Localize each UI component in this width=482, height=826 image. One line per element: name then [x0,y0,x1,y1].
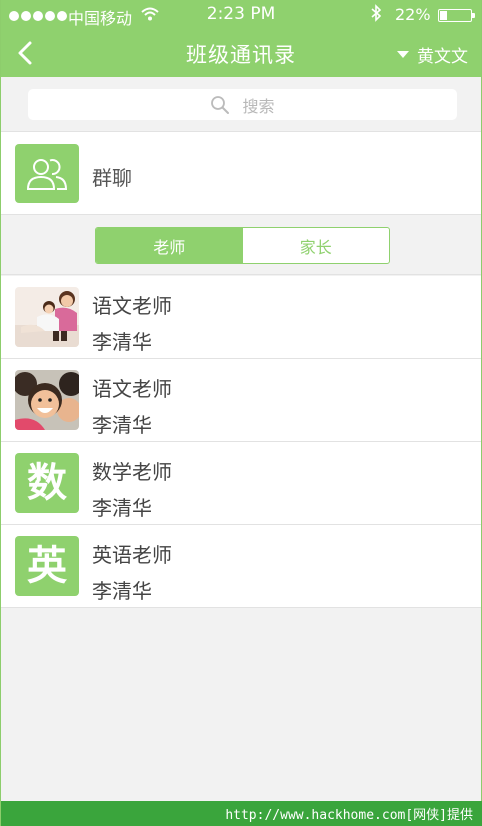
contact-role: 语文老师 [92,377,172,401]
battery-percent: 22% [395,5,431,24]
contact-row[interactable]: 数 数学老师 李清华 [1,442,481,525]
contact-name: 李清华 [92,330,152,354]
watermark-footer: http://www.hackhome.com[网侠]提供 [1,801,482,826]
contact-name: 李清华 [92,496,152,520]
contact-name: 李清华 [92,413,152,437]
contact-row[interactable]: 语文老师 李清华 [1,276,481,359]
contact-role: 数学老师 [92,460,172,484]
status-bar: 中国移动 2:23 PM 22% [1,0,481,30]
avatar: 英 [15,536,79,596]
role-segment-area: 老师 家长 [1,215,481,275]
user-name: 黄文文 [417,47,468,67]
user-switcher-button[interactable]: 黄文文 [397,42,468,67]
search-input[interactable]: 搜索 [28,89,457,120]
search-area: 搜索 [1,77,481,132]
tab-parents[interactable]: 家长 [243,228,390,263]
search-placeholder: 搜索 [242,96,275,116]
nav-bar: 班级通讯录 黄文文 [1,30,481,77]
avatar: 数 [15,453,79,513]
contact-row[interactable]: 英 英语老师 李清华 [1,525,481,608]
contact-role: 语文老师 [92,294,172,318]
avatar-letter: 英 [27,543,67,589]
role-segmented-control: 老师 家长 [95,227,390,264]
contact-row[interactable]: 语文老师 李清华 [1,359,481,442]
avatar [15,370,79,430]
watermark-credit: http://www.hackhome.com[网侠]提供 [225,808,473,823]
group-people-icon [15,144,79,203]
group-chat-row[interactable]: 群聊 [1,132,481,215]
tab-teachers[interactable]: 老师 [96,228,243,263]
contact-list: 语文老师 李清华 语文老师 李清华 数 数学老师 李清华 英 英语老师 李清华 [1,276,481,608]
caret-down-icon [397,51,409,58]
avatar-letter: 数 [27,460,67,506]
avatar [15,287,79,347]
contact-role: 英语老师 [92,543,172,567]
battery-icon [438,9,475,22]
group-chat-label: 群聊 [92,166,132,190]
app-screen: 中国移动 2:23 PM 22% 班级通讯录 黄文文 搜索 群聊 老师 家长 语… [0,0,482,826]
search-icon [211,95,230,114]
contact-name: 李清华 [92,579,152,603]
top-bar: 中国移动 2:23 PM 22% 班级通讯录 黄文文 [1,0,481,77]
smiling-kids-photo-icon [15,370,79,430]
mother-child-photo-icon [15,287,79,347]
bluetooth-icon [371,4,382,26]
